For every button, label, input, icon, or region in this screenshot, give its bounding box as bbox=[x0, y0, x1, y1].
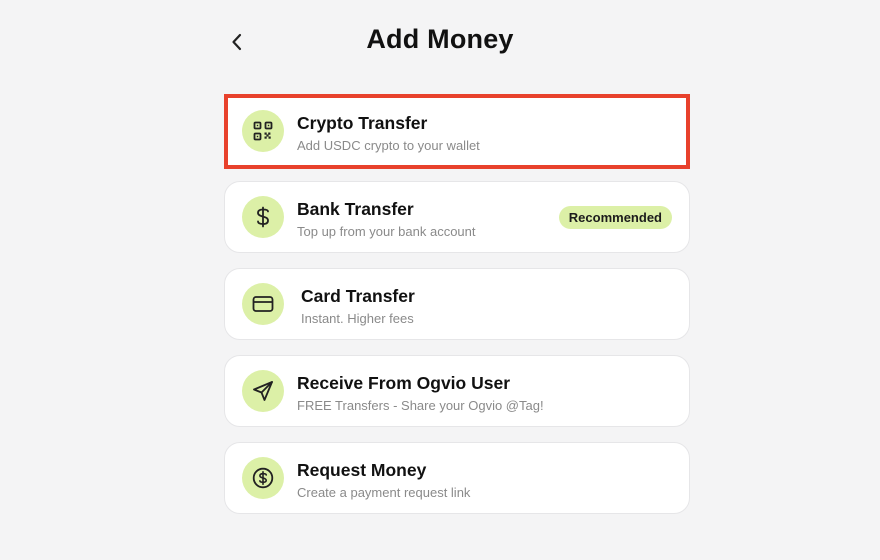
header: Add Money bbox=[0, 0, 880, 86]
option-subtitle: Instant. Higher fees bbox=[301, 311, 414, 326]
icon-container bbox=[242, 196, 284, 238]
option-subtitle: Add USDC crypto to your wallet bbox=[297, 138, 480, 153]
option-subtitle: FREE Transfers - Share your Ogvio @Tag! bbox=[297, 398, 544, 413]
option-title: Bank Transfer bbox=[297, 199, 414, 219]
icon-container bbox=[242, 110, 284, 152]
icon-container bbox=[242, 283, 284, 325]
recommended-badge: Recommended bbox=[558, 206, 672, 229]
option-title: Request Money bbox=[297, 460, 427, 480]
send-icon bbox=[253, 381, 273, 401]
dollar-circle-icon bbox=[252, 467, 274, 489]
option-request-money[interactable]: Request Money Create a payment request l… bbox=[224, 442, 690, 514]
qr-code-icon bbox=[253, 121, 273, 141]
option-bank-transfer[interactable]: Bank Transfer Top up from your bank acco… bbox=[224, 181, 690, 253]
option-title: Crypto Transfer bbox=[297, 113, 428, 133]
option-subtitle: Top up from your bank account bbox=[297, 224, 476, 239]
icon-container bbox=[242, 457, 284, 499]
option-title: Card Transfer bbox=[301, 286, 415, 306]
option-crypto-transfer[interactable]: Crypto Transfer Add USDC crypto to your … bbox=[224, 94, 690, 169]
option-card-transfer[interactable]: Card Transfer Instant. Higher fees bbox=[224, 268, 690, 340]
option-subtitle: Create a payment request link bbox=[297, 485, 471, 500]
dollar-icon bbox=[257, 206, 269, 228]
option-title: Receive From Ogvio User bbox=[297, 373, 510, 393]
add-money-options: Crypto Transfer Add USDC crypto to your … bbox=[224, 94, 690, 529]
option-receive-from-user[interactable]: Receive From Ogvio User FREE Transfers -… bbox=[224, 355, 690, 427]
icon-container bbox=[242, 370, 284, 412]
page-title: Add Money bbox=[366, 24, 514, 54]
credit-card-icon bbox=[252, 296, 274, 312]
